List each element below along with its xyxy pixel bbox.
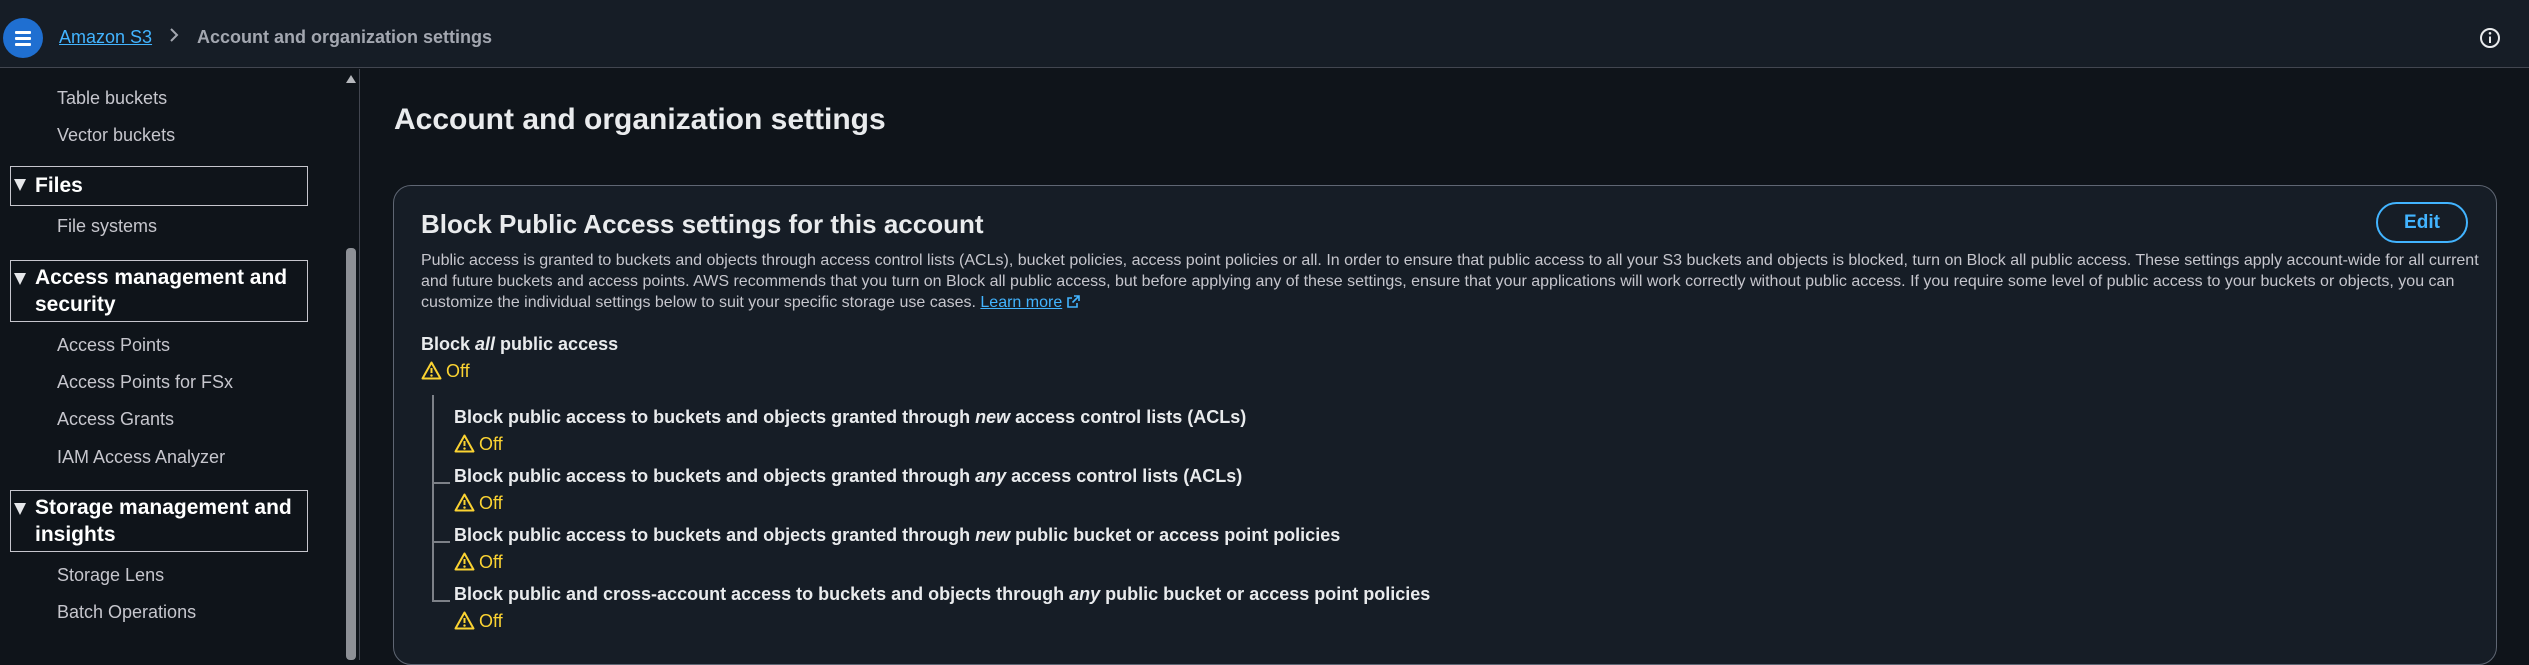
warning-icon (454, 493, 475, 512)
card-description: Public access is granted to buckets and … (421, 250, 2481, 313)
warning-icon (454, 611, 475, 630)
sidebar-section-label: Access management and security (35, 266, 288, 316)
caret-down-icon (14, 273, 26, 285)
caret-down-icon (14, 179, 26, 191)
menu-icon[interactable] (3, 18, 43, 58)
description-text: Public access is granted to buckets and … (421, 252, 2479, 311)
status-indicator: Off (454, 434, 503, 455)
breadcrumb-amazon-s3[interactable]: Amazon S3 (59, 27, 152, 48)
page-title: Account and organization settings (394, 103, 886, 136)
sidebar-item-batch-operations[interactable]: Batch Operations (57, 602, 196, 623)
sidebar-item-iam-access-analyzer[interactable]: IAM Access Analyzer (57, 447, 225, 468)
tree-connector (432, 395, 434, 600)
status-indicator: Off (454, 493, 503, 514)
card-title: Block Public Access settings for this ac… (421, 209, 984, 239)
sidebar-item-access-grants[interactable]: Access Grants (57, 409, 174, 430)
tree-connector (432, 541, 450, 543)
status-indicator: Off (454, 552, 503, 573)
side-navigation: Table buckets Vector buckets Files File … (0, 69, 360, 660)
sidebar-scrollbar-thumb[interactable] (346, 248, 356, 660)
warning-icon (454, 552, 475, 571)
breadcrumb-current: Account and organization settings (197, 27, 493, 47)
sidebar-item-table-buckets[interactable]: Table buckets (57, 88, 167, 109)
sidebar-item-file-systems[interactable]: File systems (57, 216, 157, 237)
sidebar-section-access-management[interactable]: Access management and security (10, 260, 308, 322)
sidebar-section-files[interactable]: Files (10, 166, 308, 206)
top-navigation-bar: Amazon S3 Account and organization setti… (0, 0, 2529, 68)
sidebar-item-access-points[interactable]: Access Points (57, 335, 170, 356)
info-icon[interactable] (2479, 27, 2501, 49)
caret-down-icon (14, 503, 26, 515)
sidebar-section-label: Storage management and insights (35, 496, 292, 546)
warning-icon (421, 361, 442, 380)
block-all-label: Block all public access (421, 334, 619, 354)
status-indicator: Off (454, 611, 503, 632)
sidebar-item-vector-buckets[interactable]: Vector buckets (57, 125, 175, 146)
sidebar-item-access-points-fsx[interactable]: Access Points for FSx (57, 372, 233, 393)
setting-label: Block public access to buckets and objec… (454, 407, 1247, 427)
scroll-up-arrow-icon[interactable] (346, 75, 356, 83)
chevron-right-icon (170, 28, 179, 42)
setting-label: Block public and cross-account access to… (454, 584, 1431, 604)
sidebar-section-storage-management[interactable]: Storage management and insights (10, 490, 308, 552)
edit-button[interactable]: Edit (2376, 202, 2468, 243)
setting-label: Block public access to buckets and objec… (454, 466, 1243, 486)
warning-icon (454, 434, 475, 453)
learn-more-link[interactable]: Learn more (980, 294, 1081, 311)
external-link-icon (1067, 295, 1081, 308)
tree-connector (432, 482, 450, 484)
tree-connector (432, 600, 450, 602)
sidebar-item-storage-lens[interactable]: Storage Lens (57, 565, 164, 586)
status-indicator: Off (421, 361, 470, 382)
setting-label: Block public access to buckets and objec… (454, 525, 1341, 545)
sidebar-section-label: Files (35, 174, 83, 197)
